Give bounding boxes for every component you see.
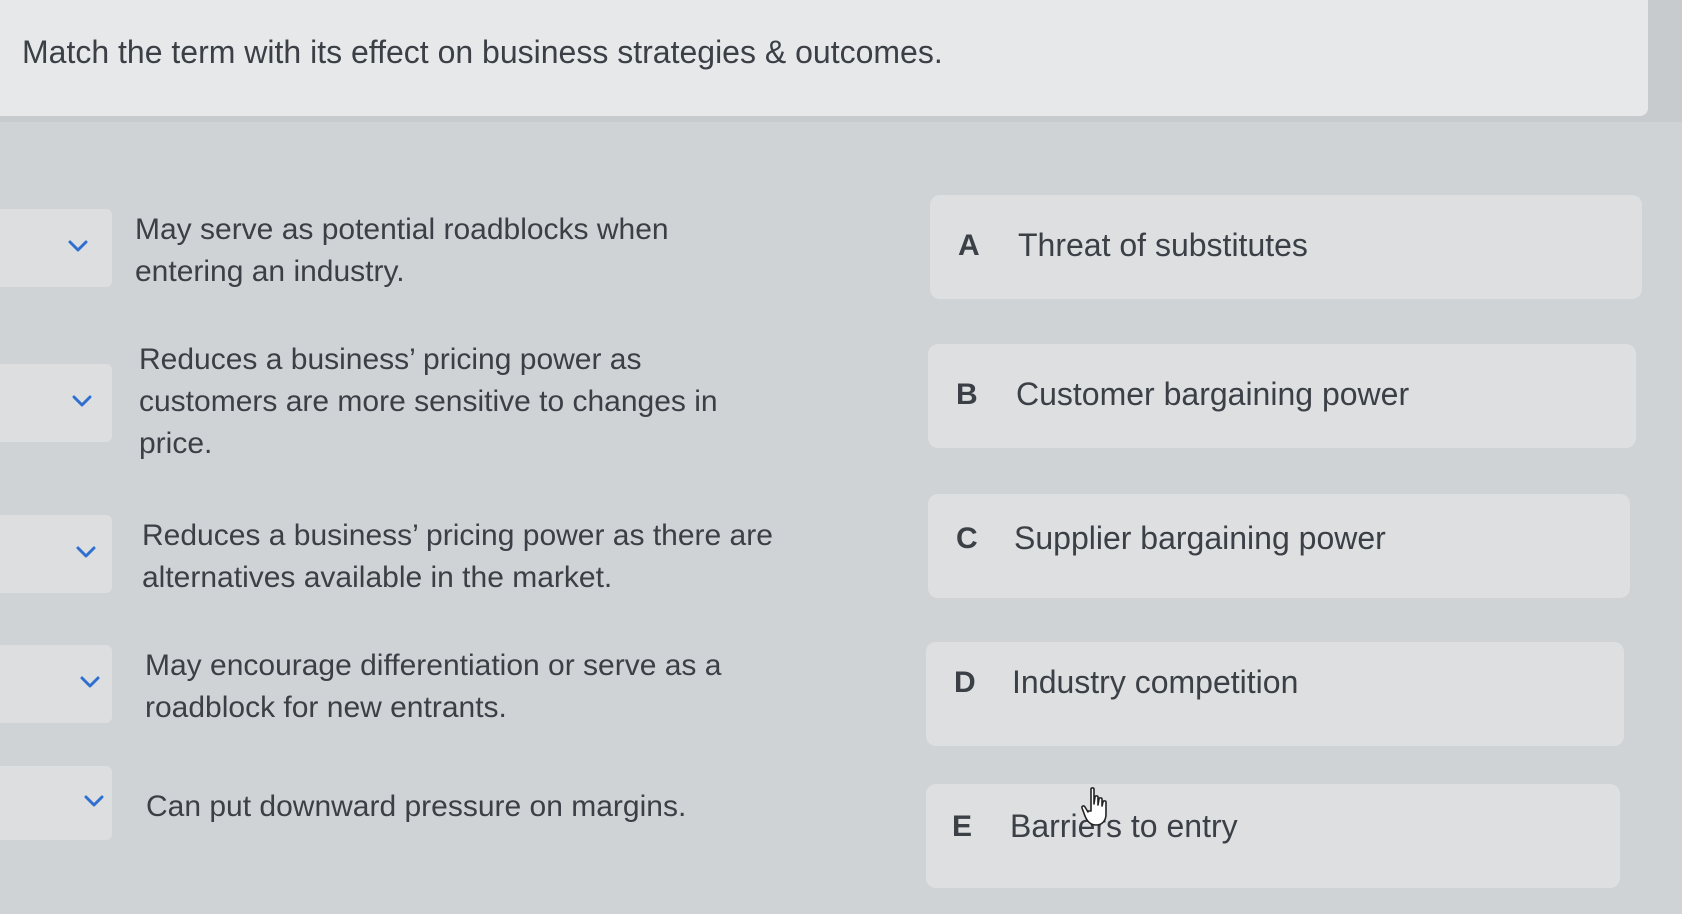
chevron-down-icon	[72, 395, 92, 407]
option-card-a[interactable]: A Threat of substitutes	[930, 195, 1642, 299]
prompt-5: Can put downward pressure on margins.	[146, 786, 686, 828]
chevron-down-icon	[84, 795, 104, 807]
prompt-1: May serve as potential roadblocks when e…	[135, 209, 669, 293]
question-title: Match the term with its effect on busine…	[22, 34, 943, 70]
option-letter-c: C	[956, 522, 978, 555]
prompt-3-line-1: Reduces a business’ pricing power as the…	[142, 519, 773, 552]
match-dropdown-2[interactable]	[0, 364, 112, 442]
prompt-3: Reduces a business’ pricing power as the…	[142, 515, 773, 599]
option-card-d[interactable]: D Industry competition	[926, 642, 1624, 746]
option-label-e: Barriers to entry	[1010, 808, 1238, 844]
prompt-4-line-1: May encourage differentiation or serve a…	[145, 649, 722, 682]
prompt-3-line-2: alternatives available in the market.	[142, 561, 613, 594]
match-dropdown-1[interactable]	[0, 209, 112, 287]
prompt-2: Reduces a business’ pricing power as cus…	[139, 339, 718, 465]
option-letter-b: B	[956, 378, 978, 411]
prompt-4: May encourage differentiation or serve a…	[145, 645, 721, 729]
hand-pointer-icon	[1081, 787, 1107, 826]
prompt-2-line-3: price.	[139, 427, 213, 460]
prompt-1-line-1: May serve as potential roadblocks when	[135, 213, 669, 246]
chevron-down-icon	[68, 240, 88, 252]
chevron-down-icon	[80, 676, 100, 688]
match-dropdown-4[interactable]	[0, 645, 112, 723]
prompt-5-line-1: Can put downward pressure on margins.	[146, 790, 687, 823]
prompt-1-line-2: entering an industry.	[135, 255, 405, 288]
prompt-2-line-2: customers are more sensitive to changes …	[139, 385, 718, 418]
option-letter-e: E	[952, 810, 973, 843]
match-dropdown-3[interactable]	[0, 515, 112, 593]
option-card-b[interactable]: B Customer bargaining power	[928, 344, 1636, 448]
option-label-d: Industry competition	[1012, 664, 1299, 700]
match-dropdown-5[interactable]	[0, 766, 112, 840]
option-label-c: Supplier bargaining power	[1014, 520, 1386, 556]
option-letter-d: D	[954, 666, 976, 699]
prompt-2-line-1: Reduces a business’ pricing power as	[139, 343, 642, 376]
chevron-down-icon	[76, 546, 96, 558]
question-card: Match the term with its effect on busine…	[0, 0, 1648, 116]
option-label-a: Threat of substitutes	[1018, 227, 1308, 263]
prompt-4-line-2: roadblock for new entrants.	[145, 691, 507, 724]
option-card-e[interactable]: E Barriers to entry	[926, 784, 1620, 888]
option-label-b: Customer bargaining power	[1016, 376, 1410, 412]
option-card-c[interactable]: C Supplier bargaining power	[928, 494, 1630, 598]
option-letter-a: A	[958, 229, 980, 262]
